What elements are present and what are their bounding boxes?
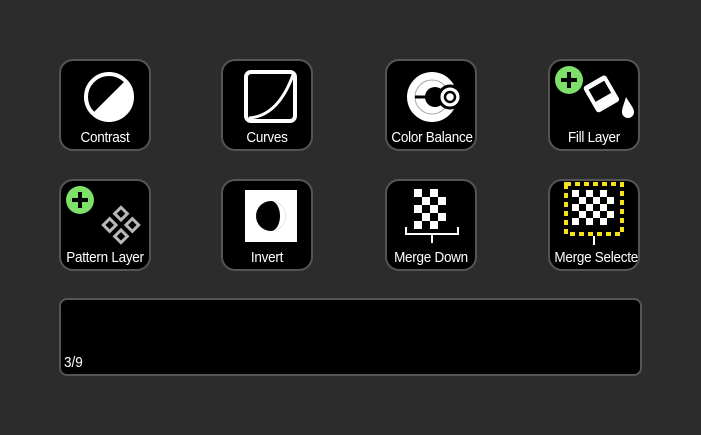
- color-balance-button[interactable]: Color Balance: [385, 59, 477, 151]
- fill-layer-button[interactable]: Fill Layer: [548, 59, 640, 151]
- info-display: 3/9: [59, 298, 642, 376]
- pattern-layer-label: Pattern Layer: [66, 249, 144, 266]
- merge-selected-label: Merge Selected: [554, 249, 640, 266]
- curves-label: Curves: [246, 129, 288, 146]
- add-badge-icon: [66, 186, 94, 214]
- contrast-label: Contrast: [80, 129, 130, 146]
- add-badge-icon: [555, 66, 583, 94]
- merge-down-icon: [387, 181, 475, 249]
- pattern-layer-button[interactable]: Pattern Layer: [59, 179, 151, 271]
- invert-icon: [223, 181, 311, 249]
- merge-selected-button[interactable]: Merge Selected: [548, 179, 640, 271]
- merge-down-button[interactable]: Merge Down: [385, 179, 477, 271]
- invert-button[interactable]: Invert: [221, 179, 313, 271]
- page-indicator: 3/9: [64, 354, 83, 371]
- contrast-button[interactable]: Contrast: [59, 59, 151, 151]
- curves-button[interactable]: Curves: [221, 59, 313, 151]
- merge-selected-icon: [550, 181, 638, 249]
- color-balance-label: Color Balance: [391, 129, 473, 146]
- color-balance-icon: [387, 61, 475, 129]
- curves-icon: [223, 61, 311, 129]
- contrast-icon: [61, 61, 149, 129]
- merge-down-label: Merge Down: [394, 249, 468, 266]
- fill-layer-label: Fill Layer: [567, 129, 621, 146]
- invert-label: Invert: [250, 249, 284, 266]
